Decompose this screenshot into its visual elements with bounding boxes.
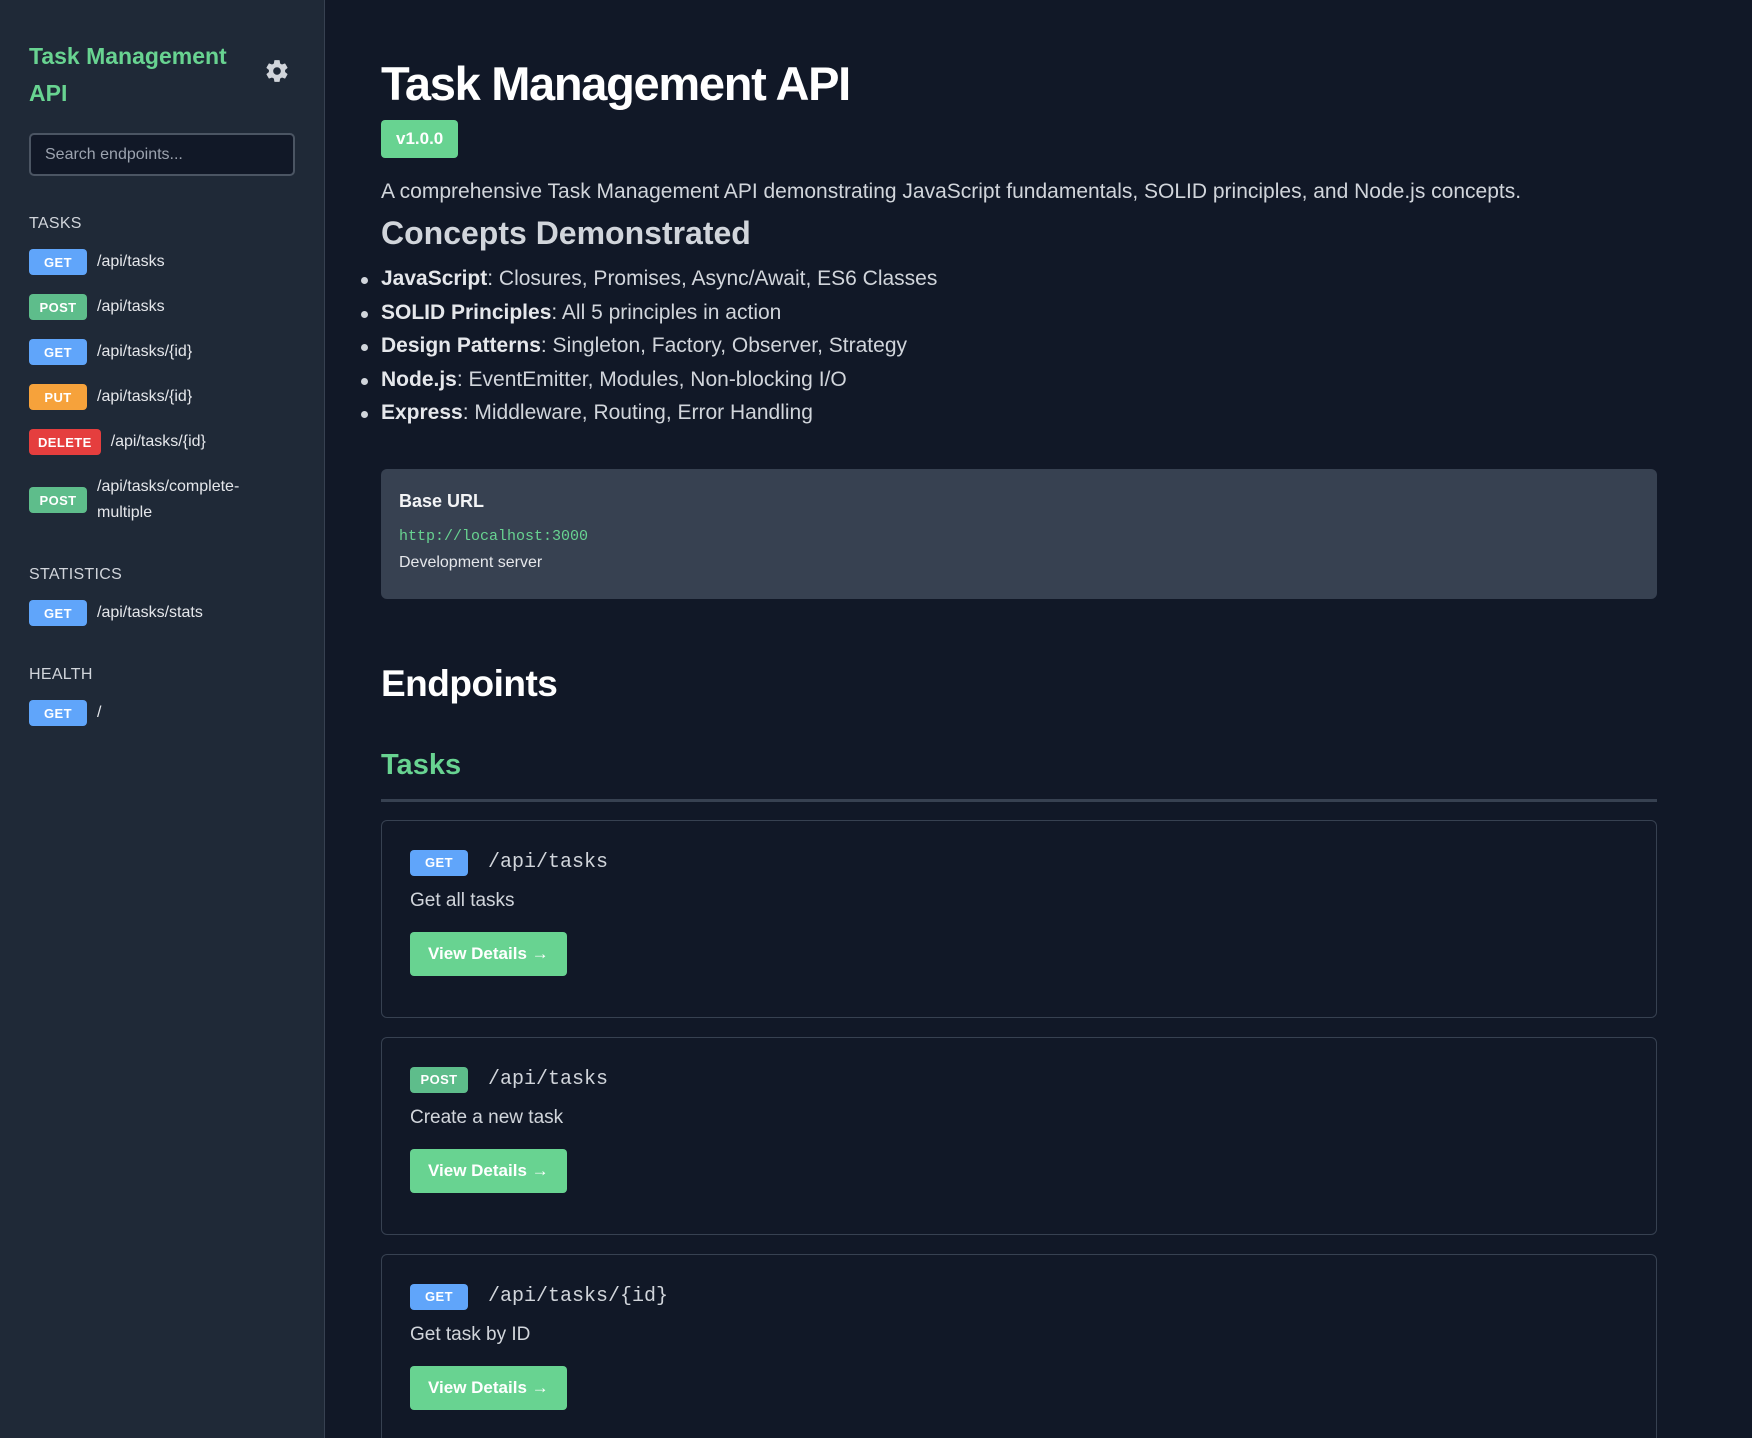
main-content: Task Management API v1.0.0 A comprehensi… [325, 0, 1752, 1438]
sidebar-section-statistics: STATISTICS GET /api/tasks/stats [29, 566, 295, 626]
app-root: Task Management API TASKS GET /api/tasks… [0, 0, 1752, 1438]
sidebar-title[interactable]: Task Management API [29, 38, 259, 112]
sidebar-item-health[interactable]: GET / [29, 700, 295, 726]
concept-term: Node.js [381, 367, 457, 391]
concept-item: Node.js: EventEmitter, Modules, Non-bloc… [361, 363, 1657, 397]
endpoint-card: GET /api/tasks Get all tasks View Detail… [381, 819, 1657, 1018]
search-input[interactable] [29, 133, 295, 176]
endpoint-description: Get all tasks [410, 889, 515, 911]
sidebar-item-path: / [97, 704, 102, 721]
endpoint-header: GET /api/tasks/{id} [410, 1283, 1628, 1310]
sidebar-item-path: /api/tasks [97, 253, 165, 270]
gear-icon[interactable] [264, 58, 290, 84]
sidebar-item-path: /api/tasks/{id} [97, 388, 193, 405]
group-heading-tasks: Tasks [381, 748, 462, 781]
concept-text: : Middleware, Routing, Error Handling [462, 401, 813, 424]
endpoint-card: GET /api/tasks/{id} Get task by ID View … [381, 1253, 1657, 1438]
concept-item: SOLID Principles: All 5 principles in ac… [361, 296, 1657, 330]
endpoint-path: /api/tasks/{id} [488, 1285, 669, 1308]
endpoint-card: POST /api/tasks Create a new task View D… [381, 1036, 1657, 1235]
method-badge: GET [410, 1283, 468, 1310]
method-badge: POST [410, 1066, 468, 1093]
sidebar-section-title: HEALTH [29, 666, 93, 683]
concepts-heading: Concepts Demonstrated [381, 215, 751, 251]
sidebar-item-get-task-by-id[interactable]: GET /api/tasks/{id} [29, 339, 295, 365]
sidebar-item-path: /api/tasks [97, 298, 165, 315]
base-url-note: Development server [399, 553, 543, 571]
sidebar-item-path: /api/tasks/stats [97, 604, 203, 621]
sidebar-item-path: /api/tasks/{id} [97, 343, 193, 360]
method-badge: POST [29, 487, 87, 513]
endpoint-description: Create a new task [410, 1106, 564, 1128]
sidebar-header: Task Management API [29, 38, 295, 112]
sidebar-item-post-tasks[interactable]: POST /api/tasks [29, 294, 295, 320]
sidebar-item-get-tasks[interactable]: GET /api/tasks [29, 249, 295, 275]
api-description: A comprehensive Task Management API demo… [381, 180, 1522, 203]
base-url-title: Base URL [399, 490, 485, 511]
sidebar-item-path: /api/tasks/complete-multiple [97, 478, 240, 521]
method-badge: GET [410, 849, 468, 876]
concept-term: Express [381, 401, 463, 424]
concept-item: Express: Middleware, Routing, Error Hand… [361, 396, 1657, 430]
endpoint-header: POST /api/tasks [410, 1066, 1628, 1093]
concept-term: Design Patterns [381, 334, 541, 357]
base-url-value: http://localhost:3000 [399, 527, 589, 545]
sidebar: Task Management API TASKS GET /api/tasks… [0, 0, 325, 1438]
concept-term: SOLID Principles [381, 300, 552, 324]
sidebar-section-title: TASKS [29, 215, 82, 232]
concept-text: : Singleton, Factory, Observer, Strategy [540, 334, 907, 357]
method-badge: GET [29, 249, 87, 275]
method-badge: DELETE [29, 429, 101, 455]
sidebar-item-get-stats[interactable]: GET /api/tasks/stats [29, 600, 295, 626]
method-badge: GET [29, 700, 87, 726]
method-badge: POST [29, 294, 87, 320]
concept-item: Design Patterns: Singleton, Factory, Obs… [361, 329, 1657, 363]
sidebar-item-put-task[interactable]: PUT /api/tasks/{id} [29, 384, 295, 410]
endpoint-description: Get task by ID [410, 1323, 531, 1345]
concept-text: : All 5 principles in action [551, 300, 782, 324]
concept-term: JavaScript [381, 267, 488, 290]
version-badge: v1.0.0 [381, 120, 459, 158]
concept-text: : EventEmitter, Modules, Non-blocking I/… [456, 367, 847, 391]
divider [381, 798, 1657, 802]
sidebar-section-health: HEALTH GET / [29, 666, 295, 726]
endpoint-path: /api/tasks [488, 1068, 609, 1091]
sidebar-item-complete-multiple[interactable]: POST /api/tasks/complete-multiple [29, 474, 295, 526]
method-badge: PUT [29, 384, 87, 410]
endpoint-header: GET /api/tasks [410, 849, 1628, 876]
sidebar-item-path: /api/tasks/{id} [110, 433, 206, 450]
page-title: Task Management API [381, 57, 851, 110]
method-badge: GET [29, 339, 87, 365]
method-badge: GET [29, 600, 87, 626]
endpoints-heading: Endpoints [381, 662, 558, 704]
concept-item: JavaScript: Closures, Promises, Async/Aw… [361, 262, 1657, 296]
base-url-card: Base URL http://localhost:3000 Developme… [381, 468, 1657, 599]
sidebar-section-title: STATISTICS [29, 566, 123, 583]
sidebar-section-tasks: TASKS GET /api/tasks POST /api/tasks GET… [29, 215, 295, 526]
sidebar-item-delete-task[interactable]: DELETE /api/tasks/{id} [29, 429, 295, 455]
endpoint-path: /api/tasks [488, 851, 609, 874]
view-details-button[interactable]: View Details → [410, 931, 567, 976]
concept-text: : Closures, Promises, Async/Await, ES6 C… [487, 267, 938, 290]
view-details-button[interactable]: View Details → [410, 1148, 567, 1193]
concepts-list: JavaScript: Closures, Promises, Async/Aw… [361, 262, 1657, 430]
view-details-button[interactable]: View Details → [410, 1365, 567, 1410]
